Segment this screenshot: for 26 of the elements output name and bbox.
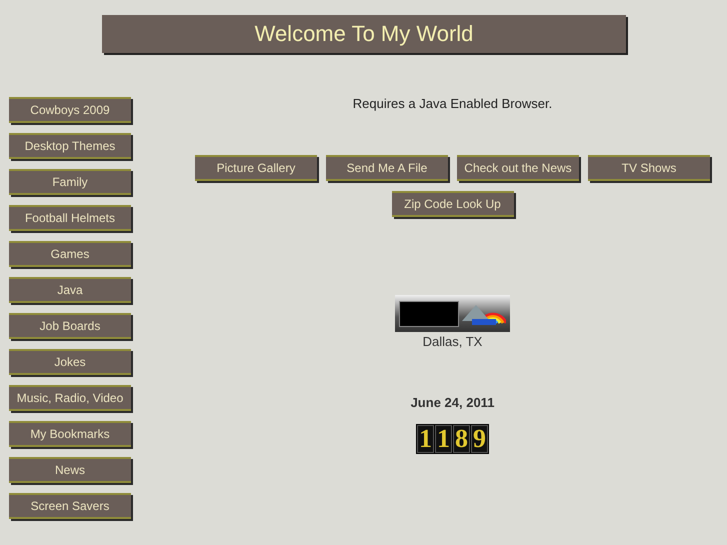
page-title: Welcome To My World <box>102 15 626 53</box>
sidebar-button[interactable]: Games <box>9 241 131 267</box>
sidebar-button[interactable]: Music, Radio, Video <box>9 385 131 411</box>
nav-button[interactable]: TV Shows <box>588 155 710 181</box>
sidebar-button[interactable]: Cowboys 2009 <box>9 97 131 123</box>
counter-digit: 1 <box>417 425 434 453</box>
nav-button[interactable]: Send Me A File <box>326 155 448 181</box>
weather-widget[interactable] <box>395 295 510 332</box>
counter-digit: 1 <box>435 425 452 453</box>
sidebar-button[interactable]: Screen Savers <box>9 493 131 519</box>
counter-digit: 8 <box>453 425 470 453</box>
sidebar-button[interactable]: Desktop Themes <box>9 133 131 159</box>
sidebar-button[interactable]: Java <box>9 277 131 303</box>
sidebar-button[interactable]: Jokes <box>9 349 131 375</box>
nav-button[interactable]: Zip Code Look Up <box>392 191 514 217</box>
sidebar-button[interactable]: News <box>9 457 131 483</box>
nav-button[interactable]: Check out the News <box>457 155 579 181</box>
location-text: Dallas, TX <box>422 334 482 349</box>
counter-digit: 9 <box>471 425 488 453</box>
notice-text: Requires a Java Enabled Browser. <box>352 96 552 111</box>
date-text: June 24, 2011 <box>410 395 494 410</box>
sidebar-button[interactable]: Job Boards <box>9 313 131 339</box>
sidebar-button[interactable]: Family <box>9 169 131 195</box>
sidebar-button[interactable]: My Bookmarks <box>9 421 131 447</box>
sidebar-button[interactable]: Football Helmets <box>9 205 131 231</box>
nav-button[interactable]: Picture Gallery <box>195 155 317 181</box>
